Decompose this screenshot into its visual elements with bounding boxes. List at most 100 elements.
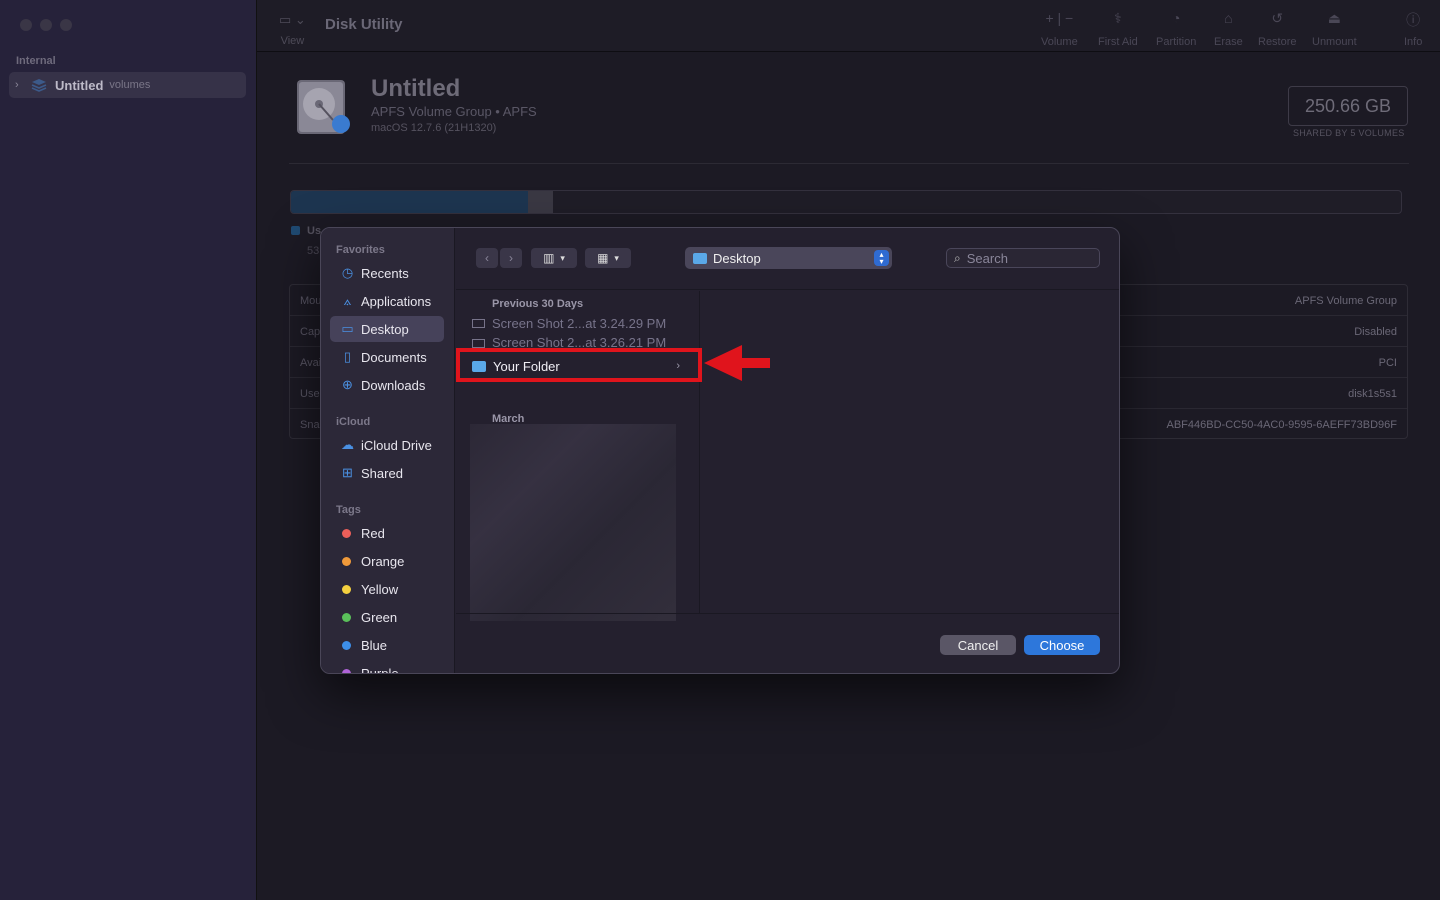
partition-button[interactable]: ◔ Partition bbox=[1156, 10, 1196, 48]
tag-dot-icon bbox=[342, 612, 351, 622]
tag-dot-icon bbox=[342, 528, 351, 538]
view-button[interactable]: ▭ ⌄ View bbox=[279, 12, 306, 47]
toolbar: ▭ ⌄ View Disk Utility + | − Volume ⚕ Fir… bbox=[257, 0, 1440, 52]
sidebar-item-documents[interactable]: ▯ Documents bbox=[330, 344, 444, 370]
info-value: APFS Volume Group bbox=[1294, 295, 1397, 307]
choose-button[interactable]: Choose bbox=[1024, 635, 1100, 655]
restore-button[interactable]: ↺ Restore bbox=[1258, 10, 1297, 48]
sidebar-item-label: Recents bbox=[361, 265, 409, 281]
document-icon: ▯ bbox=[343, 349, 352, 364]
sidebar-item-label: Blue bbox=[361, 637, 388, 653]
volume-title: Untitled bbox=[371, 75, 461, 102]
legend-used-label: Us bbox=[307, 225, 322, 237]
choose-folder-dialog: Favorites ◷ Recents ⟑ Applications ▭ Des… bbox=[320, 227, 1120, 674]
cancel-button[interactable]: Cancel bbox=[940, 635, 1016, 655]
window-title: Disk Utility bbox=[325, 16, 403, 33]
info-label: Info bbox=[1404, 36, 1423, 48]
group-by-button[interactable]: ▦ ▾ bbox=[585, 248, 631, 268]
sidebar-item-label: Purple bbox=[361, 665, 399, 674]
search-input[interactable]: ⌕ Search bbox=[946, 248, 1100, 268]
shared-folder-icon: ⊞ bbox=[342, 465, 353, 480]
sidebar-tag-yellow[interactable]: Yellow bbox=[330, 576, 444, 602]
view-label: View bbox=[280, 35, 305, 47]
tag-dot-icon bbox=[342, 584, 351, 594]
info-button[interactable]: ⓘ Info bbox=[1404, 10, 1422, 48]
folder-icon bbox=[693, 252, 707, 264]
download-icon: ⊕ bbox=[342, 377, 353, 392]
annotation-arrow-icon bbox=[704, 345, 770, 381]
group-header-previous-30-days: Previous 30 Days bbox=[492, 298, 584, 310]
info-value: Disabled bbox=[1354, 326, 1397, 338]
info-key: Mou bbox=[300, 295, 322, 307]
window-controls bbox=[20, 19, 72, 31]
sidebar-item-label: Yellow bbox=[361, 581, 399, 597]
sidebar-tag-red[interactable]: Red bbox=[330, 520, 444, 546]
sidebar-tag-purple[interactable]: Purple bbox=[330, 660, 444, 674]
first-aid-label: First Aid bbox=[1098, 36, 1138, 48]
file-name: Screen Shot 2...at 3.24.29 PM bbox=[492, 316, 667, 331]
column-view-button[interactable]: ▥ ▾ bbox=[531, 248, 577, 268]
sidebar-item-icloud-drive[interactable]: ☁ iCloud Drive bbox=[330, 432, 444, 458]
first-aid-button[interactable]: ⚕ First Aid bbox=[1098, 10, 1138, 48]
info-key: Avai bbox=[300, 357, 322, 369]
tag-dot-icon bbox=[342, 668, 351, 673]
info-icon: ⓘ bbox=[1406, 12, 1421, 28]
dialog-sidebar: Favorites ◷ Recents ⟑ Applications ▭ Des… bbox=[321, 228, 455, 674]
erase-button[interactable]: ⌂ Erase bbox=[1214, 10, 1243, 48]
list-item[interactable]: Screen Shot 2...at 3.24.29 PM bbox=[472, 313, 696, 334]
legend-used-value: 53 bbox=[307, 245, 320, 257]
favorites-header: Favorites bbox=[336, 244, 385, 256]
disk-utility-window: Internal › Untitled volumes ▭ ⌄ View Dis… bbox=[0, 0, 1440, 900]
volume-button[interactable]: + | − Volume bbox=[1041, 10, 1078, 48]
forward-button[interactable]: › bbox=[500, 248, 522, 268]
sidebar-item-label: Shared bbox=[361, 465, 403, 481]
info-key: Sna bbox=[300, 419, 320, 431]
divider bbox=[289, 163, 1409, 164]
close-window-button[interactable] bbox=[20, 19, 32, 31]
screenshot-file-icon bbox=[472, 319, 485, 328]
usage-bar bbox=[290, 190, 1402, 214]
volume-label: Volume bbox=[1041, 36, 1078, 48]
sidebar-item-shared[interactable]: ⊞ Shared bbox=[330, 460, 444, 486]
sidebar-item-downloads[interactable]: ⊕ Downloads bbox=[330, 372, 444, 398]
restore-icon: ↺ bbox=[1271, 10, 1284, 26]
tag-dot-icon bbox=[342, 556, 351, 566]
sidebar-tag-blue[interactable]: Blue bbox=[330, 632, 444, 658]
legend-used-swatch bbox=[291, 226, 300, 235]
sidebar-tag-green[interactable]: Green bbox=[330, 604, 444, 630]
chevron-left-icon: ‹ bbox=[485, 251, 489, 265]
sidebar-item-desktop[interactable]: ▭ Desktop bbox=[330, 316, 444, 342]
restore-label: Restore bbox=[1258, 36, 1297, 48]
hard-drive-icon bbox=[297, 80, 350, 134]
location-label: Desktop bbox=[713, 250, 761, 266]
partition-label: Partition bbox=[1156, 36, 1197, 48]
sidebar-tag-orange[interactable]: Orange bbox=[330, 548, 444, 574]
blurred-files bbox=[470, 424, 676, 621]
sidebar-item-label: Downloads bbox=[361, 377, 426, 393]
clock-icon: ◷ bbox=[341, 265, 354, 280]
dialog-toolbar: ‹ › ▥ ▾ ▦ ▾ Desktop ▴ ▾ ⌕ Search bbox=[456, 228, 1119, 290]
sidebar-section-internal: Internal bbox=[16, 55, 56, 67]
info-value: PCI bbox=[1378, 357, 1397, 369]
file-browser: Previous 30 Days Screen Shot 2...at 3.24… bbox=[456, 291, 1119, 621]
capacity-box: 250.66 GB bbox=[1288, 86, 1408, 126]
sidebar-item-untitled[interactable]: › Untitled volumes bbox=[9, 72, 246, 98]
sidebar-item-label: Desktop bbox=[361, 321, 409, 337]
volume-os-version: macOS 12.7.6 (21H1320) bbox=[371, 122, 497, 134]
sidebar-item-applications[interactable]: ⟑ Applications bbox=[330, 288, 444, 314]
chevron-right-icon[interactable]: › bbox=[15, 79, 31, 91]
search-placeholder: Search bbox=[966, 250, 1008, 266]
sidebar-item-label: Green bbox=[361, 609, 398, 625]
cloud-icon: ☁ bbox=[341, 437, 354, 452]
erase-label: Erase bbox=[1214, 36, 1243, 48]
minimize-window-button[interactable] bbox=[40, 19, 52, 31]
zoom-window-button[interactable] bbox=[60, 19, 72, 31]
location-popup[interactable]: Desktop ▴ ▾ bbox=[685, 247, 892, 269]
unmount-button[interactable]: ⏏ Unmount bbox=[1312, 10, 1357, 48]
eject-icon: ⏏ bbox=[1327, 10, 1341, 26]
back-button[interactable]: ‹ bbox=[476, 248, 498, 268]
grid-icon: ▦ bbox=[597, 251, 609, 265]
desktop-icon: ▭ bbox=[341, 321, 354, 336]
sidebar-item-recents[interactable]: ◷ Recents bbox=[330, 260, 444, 286]
capacity-shared-label: SHARED BY 5 VOLUMES bbox=[1293, 128, 1405, 138]
